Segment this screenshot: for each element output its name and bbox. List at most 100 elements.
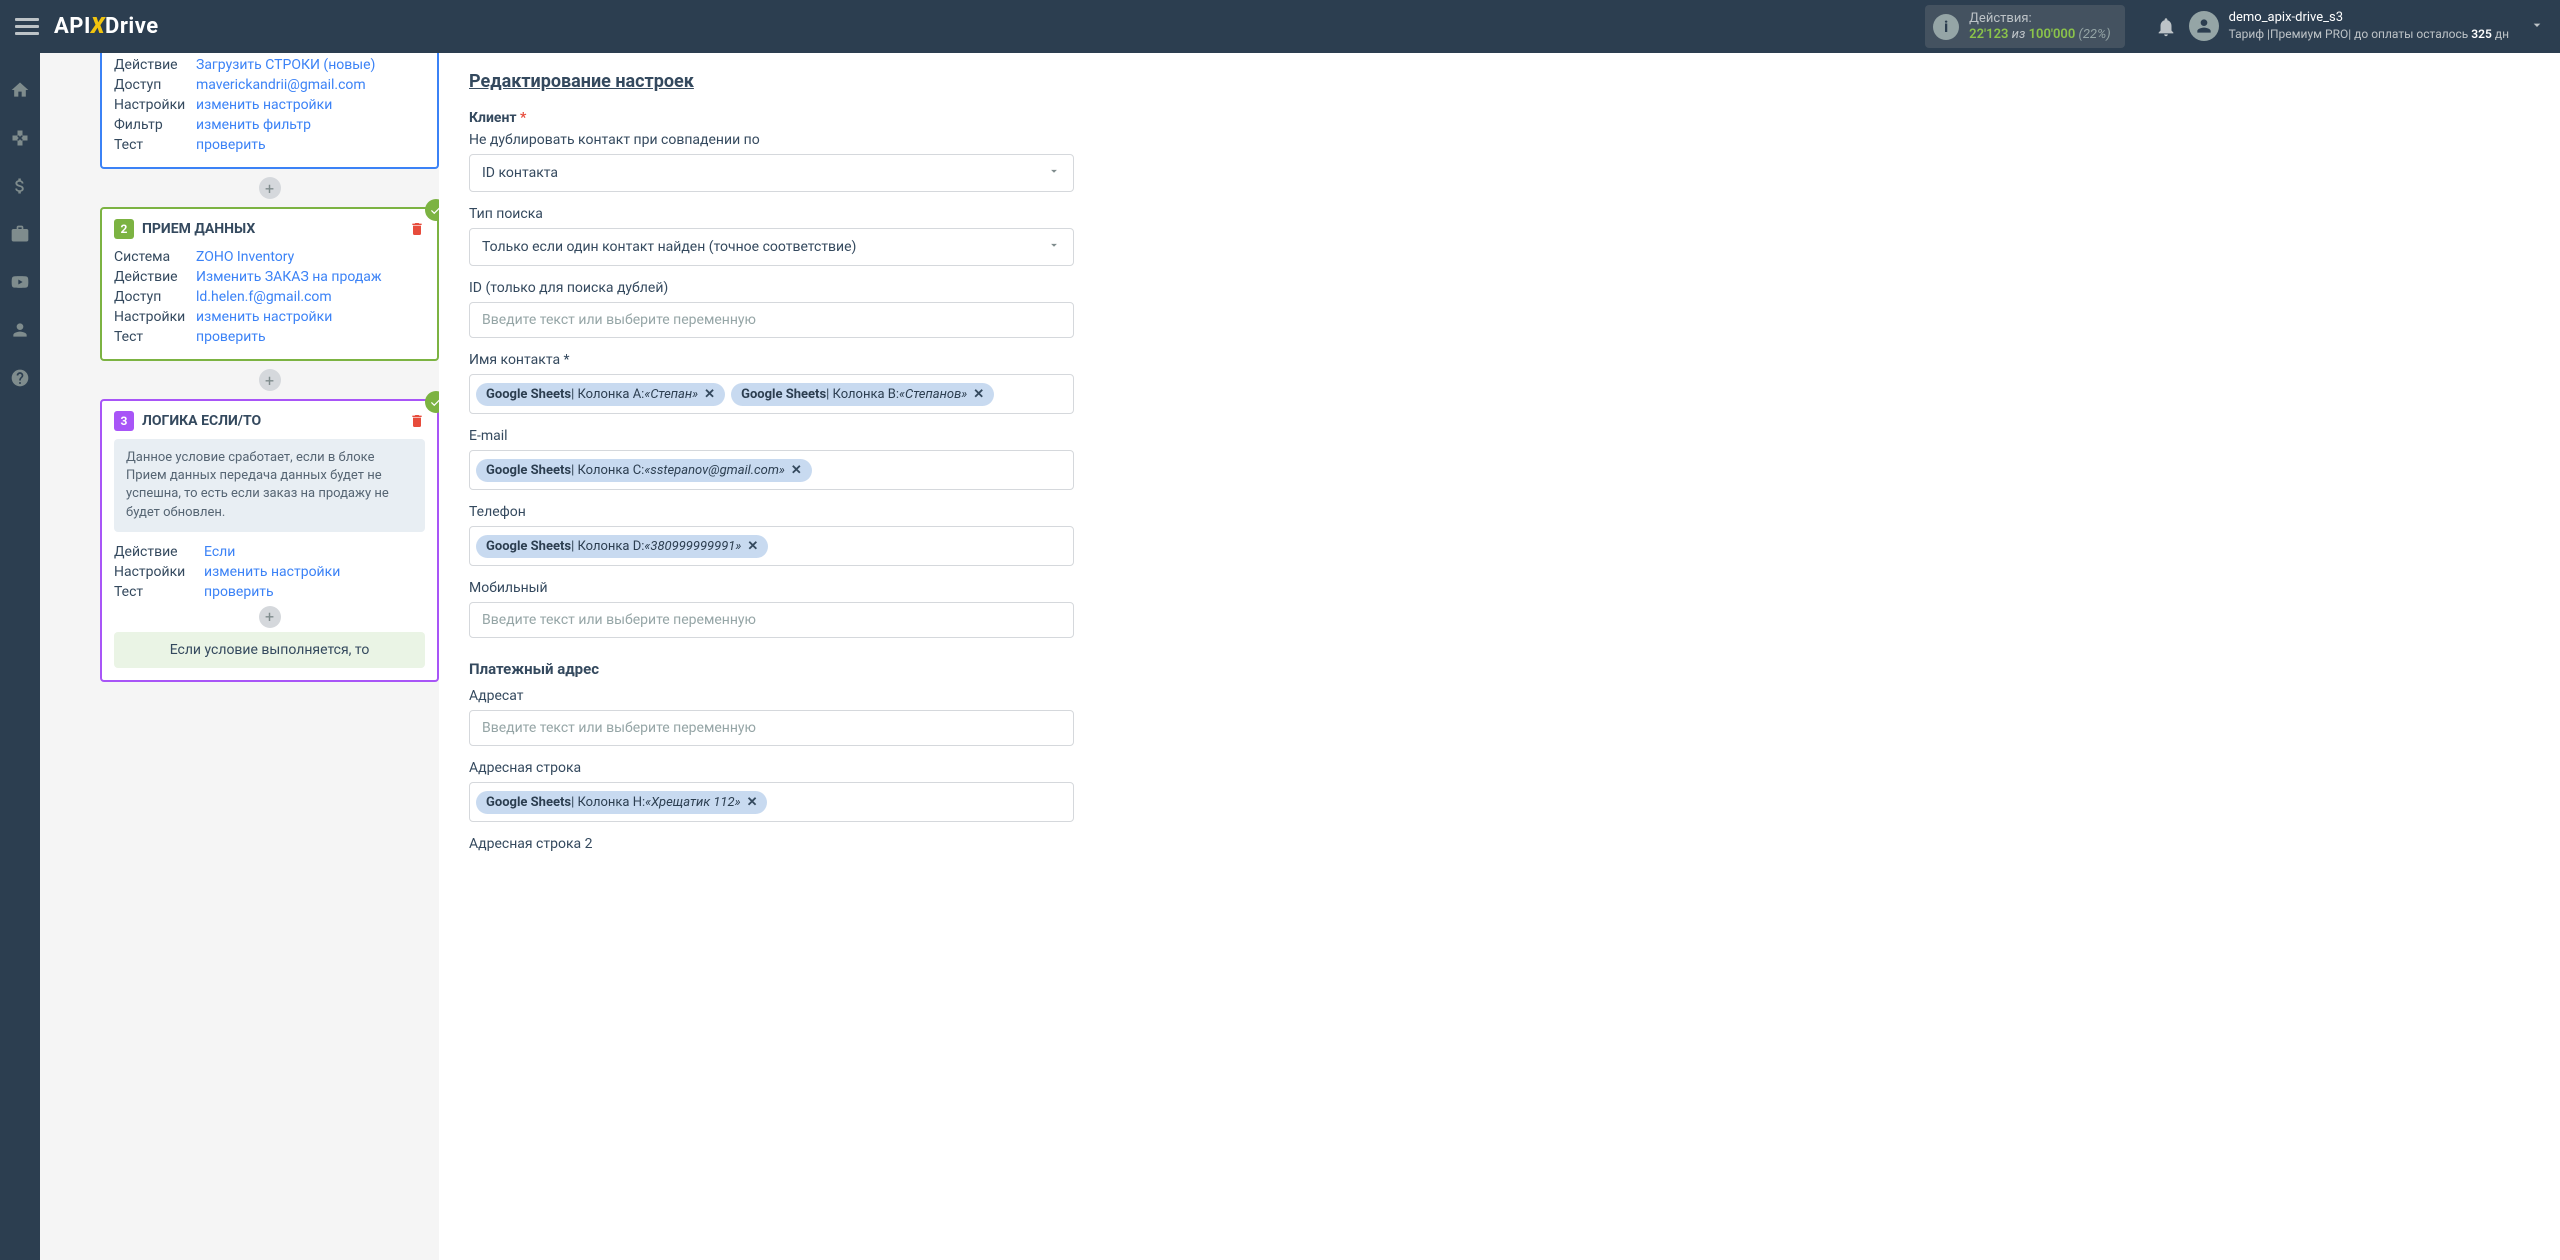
value-test[interactable]: проверить — [204, 584, 274, 600]
label-action: Действие — [114, 57, 196, 73]
mobile-label: Мобильный — [469, 580, 2530, 596]
youtube-icon[interactable] — [9, 271, 31, 293]
tag-remove-icon[interactable]: ✕ — [747, 795, 758, 810]
label-access: Доступ — [114, 77, 196, 93]
step-number: 3 — [114, 411, 134, 431]
email-tagbox[interactable]: Google Sheets | Колонка C: «sstepanov@gm… — [469, 450, 1074, 490]
name-label: Имя контакта * — [469, 352, 2530, 368]
search-type-value: Только если один контакт найден (точное … — [482, 239, 856, 255]
actions-counter[interactable]: i Действия: 22'123 из 100'000 (22%) — [1925, 5, 2125, 48]
value-settings[interactable]: изменить настройки — [196, 97, 332, 113]
actions-used: 22'123 — [1969, 27, 2008, 42]
tag-remove-icon[interactable]: ✕ — [704, 387, 715, 402]
value-access[interactable]: ld.helen.f@gmail.com — [196, 289, 332, 305]
dollar-icon[interactable] — [9, 175, 31, 197]
addr-line2-label: Адресная строка 2 — [469, 836, 2530, 852]
billing-header: Платежный адрес — [469, 660, 2530, 678]
help-icon[interactable] — [9, 367, 31, 389]
variable-tag[interactable]: Google Sheets | Колонка A: «Степан»✕ — [476, 383, 725, 406]
id-input[interactable]: Введите текст или выберите переменную — [469, 302, 1074, 338]
tag-remove-icon[interactable]: ✕ — [973, 387, 984, 402]
logo-post: Drive — [105, 14, 159, 39]
actions-of: из — [2012, 27, 2026, 42]
value-action[interactable]: Если — [204, 544, 235, 560]
info-icon: i — [1933, 14, 1959, 40]
logo-pre: API — [54, 14, 91, 39]
variable-tag[interactable]: Google Sheets | Колонка B: «Степанов»✕ — [731, 383, 994, 406]
label-system: Система — [114, 249, 196, 265]
label-settings: Настройки — [114, 97, 196, 113]
addr-label: Адресат — [469, 688, 2530, 704]
mobile-input[interactable]: Введите текст или выберите переменную — [469, 602, 1074, 638]
name-tagbox[interactable]: Google Sheets | Колонка A: «Степан»✕ Goog… — [469, 374, 1074, 414]
logo-x: X — [91, 14, 105, 39]
user-menu[interactable]: demo_apix-drive_s3 Тариф |Премиум PRO| д… — [2189, 10, 2509, 42]
id-label: ID (только для поиска дублей) — [469, 280, 2530, 296]
trash-icon[interactable] — [409, 413, 425, 429]
actions-total: 100'000 — [2029, 27, 2076, 42]
step-card-2[interactable]: 2 ПРИЕМ ДАННЫХ СистемаZOHO Inventory Дей… — [100, 207, 439, 361]
value-action[interactable]: Загрузить СТРОКИ (новые) — [196, 57, 375, 73]
connections-icon[interactable] — [9, 127, 31, 149]
form-title: Редактирование настроек — [469, 71, 2530, 92]
variable-tag[interactable]: Google Sheets | Колонка H: «Хрещатик 112… — [476, 791, 767, 814]
actions-pct: (22%) — [2079, 27, 2111, 42]
value-system[interactable]: ZOHO Inventory — [196, 249, 294, 265]
value-action[interactable]: Изменить ЗАКАЗ на продаж — [196, 269, 382, 285]
label-test: Тест — [114, 137, 196, 153]
add-step-button[interactable]: + — [259, 606, 281, 628]
top-header: APIXDrive i Действия: 22'123 из 100'000 … — [0, 0, 2560, 53]
briefcase-icon[interactable] — [9, 223, 31, 245]
addr-input[interactable]: Введите текст или выберите переменную — [469, 710, 1074, 746]
trash-icon[interactable] — [409, 221, 425, 237]
addr-line-tagbox[interactable]: Google Sheets | Колонка H: «Хрещатик 112… — [469, 782, 1074, 822]
label-action: Действие — [114, 544, 204, 560]
user-icon[interactable] — [9, 319, 31, 341]
tag-remove-icon[interactable]: ✕ — [791, 463, 802, 478]
add-step-button[interactable]: + — [259, 177, 281, 199]
step-card-3[interactable]: 3 ЛОГИКА ЕСЛИ/ТО Данное условие сработае… — [100, 399, 439, 682]
add-step-button[interactable]: + — [259, 369, 281, 391]
bell-icon[interactable] — [2155, 16, 2177, 38]
chevron-down-icon — [1047, 164, 1061, 182]
hamburger-menu[interactable] — [15, 15, 39, 39]
dup-label: Не дублировать контакт при совпадении по — [469, 132, 2530, 148]
logo[interactable]: APIXDrive — [54, 14, 159, 39]
email-label: E-mail — [469, 428, 2530, 444]
label-settings: Настройки — [114, 564, 204, 580]
search-type-label: Тип поиска — [469, 206, 2530, 222]
search-type-select[interactable]: Только если один контакт найден (точное … — [469, 228, 1074, 266]
actions-label: Действия: — [1969, 11, 2111, 27]
step-card-1[interactable]: СистемаGoogle Sheets ДействиеЗагрузить С… — [100, 53, 439, 169]
chevron-down-icon — [1047, 238, 1061, 256]
addr-line-label: Адресная строка — [469, 760, 2530, 776]
label-action: Действие — [114, 269, 196, 285]
value-settings[interactable]: изменить настройки — [196, 309, 332, 325]
value-test[interactable]: проверить — [196, 137, 266, 153]
step-number: 2 — [114, 219, 134, 239]
variable-tag[interactable]: Google Sheets | Колонка C: «sstepanov@gm… — [476, 459, 812, 482]
chevron-down-icon[interactable] — [2529, 17, 2545, 37]
condition-footer: Если условие выполняется, то — [114, 632, 425, 668]
label-settings: Настройки — [114, 309, 196, 325]
tag-remove-icon[interactable]: ✕ — [747, 539, 758, 554]
step-title: ПРИЕМ ДАННЫХ — [142, 221, 255, 237]
user-name: demo_apix-drive_s3 — [2229, 10, 2509, 27]
label-filter: Фильтр — [114, 117, 196, 133]
steps-sidebar: СистемаGoogle Sheets ДействиеЗагрузить С… — [40, 53, 439, 1260]
variable-tag[interactable]: Google Sheets | Колонка D: «380999999991… — [476, 535, 768, 558]
avatar-icon — [2189, 11, 2219, 41]
dup-select[interactable]: ID контакта — [469, 154, 1074, 192]
value-test[interactable]: проверить — [196, 329, 266, 345]
phone-tagbox[interactable]: Google Sheets | Колонка D: «380999999991… — [469, 526, 1074, 566]
label-access: Доступ — [114, 289, 196, 305]
value-access[interactable]: maverickandrii@gmail.com — [196, 77, 366, 93]
left-rail — [0, 53, 40, 1260]
main-form: Редактирование настроек Клиент * Не дубл… — [439, 53, 2560, 1260]
home-icon[interactable] — [9, 79, 31, 101]
dup-value: ID контакта — [482, 165, 558, 181]
value-settings[interactable]: изменить настройки — [204, 564, 340, 580]
condition-note: Данное условие сработает, если в блоке П… — [114, 439, 425, 532]
value-filter[interactable]: изменить фильтр — [196, 117, 311, 133]
step-title: ЛОГИКА ЕСЛИ/ТО — [142, 413, 261, 429]
